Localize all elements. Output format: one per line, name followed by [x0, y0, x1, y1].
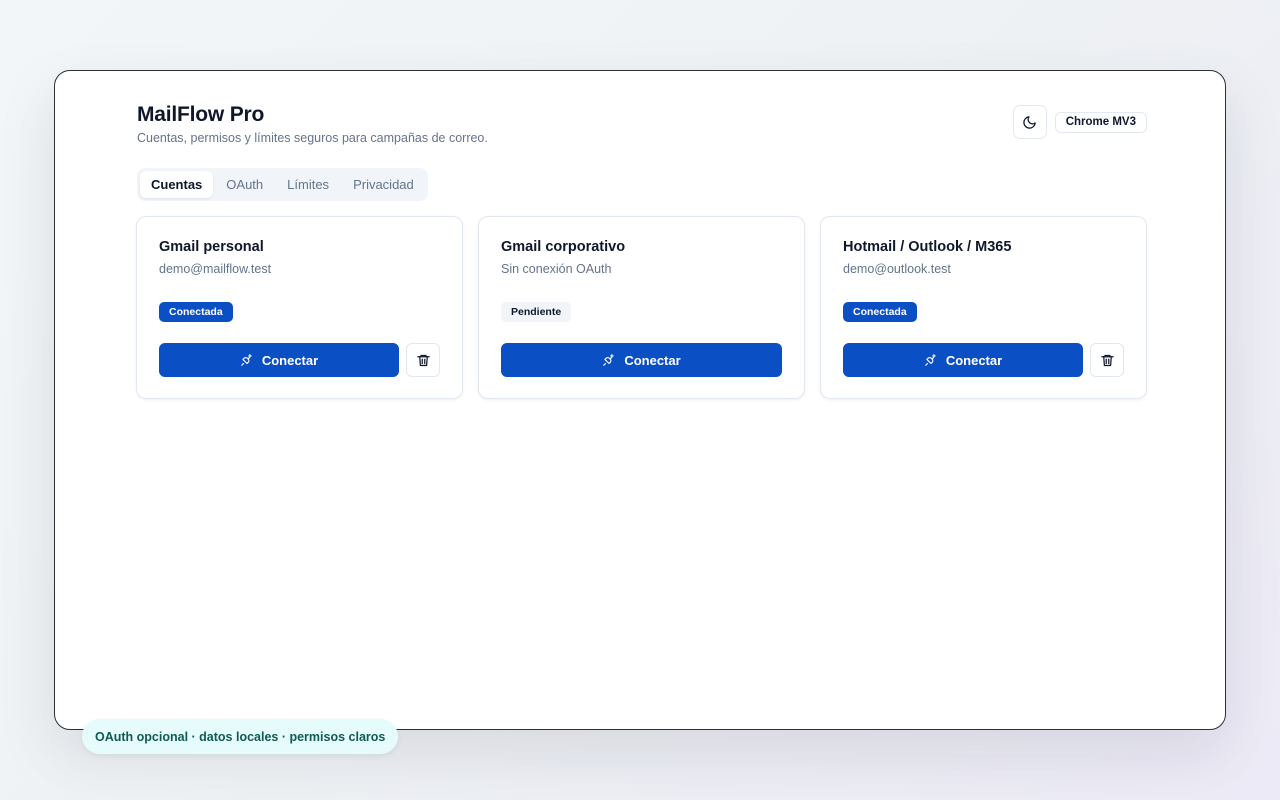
- card-actions: Conectar: [159, 343, 440, 377]
- connect-button-label: Conectar: [945, 352, 1003, 368]
- card-email: demo@mailflow.test: [159, 262, 272, 276]
- connect-button[interactable]: Conectar: [501, 343, 782, 377]
- connect-button[interactable]: Conectar: [159, 343, 399, 377]
- card-title: Gmail corporativo: [501, 239, 626, 255]
- tab-list: Cuentas OAuth Límites Privacidad: [137, 168, 428, 201]
- footer-feature-pill: OAuth opcional · datos locales · permiso…: [82, 719, 399, 754]
- status-badge: Conectada: [159, 302, 233, 322]
- status-badge: Conectada: [843, 302, 917, 322]
- delete-button[interactable]: [1090, 343, 1124, 377]
- app-window: MailFlow Pro Cuentas, permisos y límites…: [54, 70, 1226, 730]
- card-email: demo@outlook.test: [843, 262, 951, 276]
- card-actions: Conectar: [501, 343, 782, 377]
- account-card-gmail-corporativo: Gmail corporativo Sin conexión OAuth Pen…: [478, 216, 805, 399]
- tab-privacidad[interactable]: Privacidad: [342, 171, 425, 198]
- moon-icon: [1022, 115, 1037, 130]
- platform-badge: Chrome MV3: [1054, 111, 1147, 133]
- status-badge: Pendiente: [501, 302, 572, 322]
- plug-icon: [924, 353, 938, 367]
- connect-button[interactable]: Conectar: [843, 343, 1083, 377]
- account-card-gmail-personal: Gmail personal demo@mailflow.test Conect…: [136, 216, 463, 399]
- card-email: Sin conexión OAuth: [501, 262, 612, 276]
- header: MailFlow Pro Cuentas, permisos y límites…: [137, 103, 488, 145]
- theme-toggle-button[interactable]: [1012, 105, 1047, 139]
- plug-icon: [602, 353, 616, 367]
- trash-icon: [416, 353, 431, 368]
- card-actions: Conectar: [843, 343, 1124, 377]
- connect-button-label: Conectar: [624, 352, 681, 368]
- tab-oauth[interactable]: OAuth: [215, 171, 274, 198]
- delete-button[interactable]: [406, 343, 440, 377]
- page-subtitle: Cuentas, permisos y límites seguros para…: [137, 131, 488, 145]
- card-title: Gmail personal: [159, 239, 264, 255]
- card-title: Hotmail / Outlook / M365: [843, 239, 1012, 255]
- plug-icon: [240, 353, 254, 367]
- page-title: MailFlow Pro: [137, 103, 265, 126]
- tab-cuentas[interactable]: Cuentas: [140, 171, 214, 198]
- connect-button-label: Conectar: [261, 352, 319, 368]
- account-cards: Gmail personal demo@mailflow.test Conect…: [136, 216, 1147, 399]
- tab-limites[interactable]: Límites: [276, 171, 340, 198]
- account-card-outlook: Hotmail / Outlook / M365 demo@outlook.te…: [820, 216, 1147, 399]
- header-actions: Chrome MV3: [1012, 105, 1147, 139]
- trash-icon: [1100, 353, 1115, 368]
